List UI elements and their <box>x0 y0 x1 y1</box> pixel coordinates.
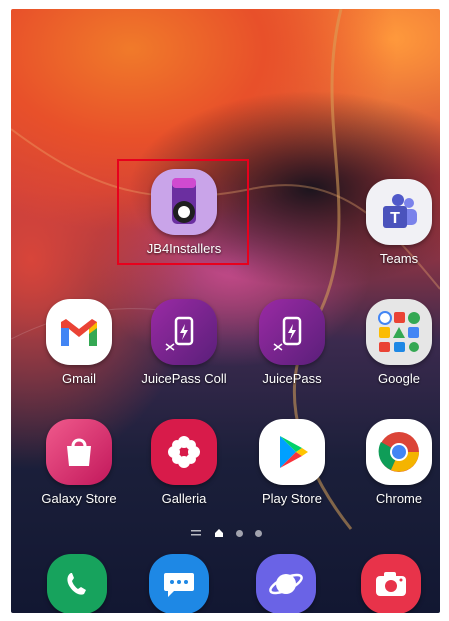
folder-label: Google <box>378 371 420 386</box>
app-galaxy-store[interactable]: Galaxy Store <box>34 419 124 506</box>
highlight-box <box>117 159 249 265</box>
dock <box>11 554 440 613</box>
dock-messages[interactable] <box>139 554 219 613</box>
dock-internet[interactable] <box>246 554 326 613</box>
teams-icon: T <box>366 179 432 245</box>
app-galleria[interactable]: Galleria <box>139 419 229 506</box>
app-label: Play Store <box>262 491 322 506</box>
dock-phone[interactable] <box>37 554 117 613</box>
phone-icon <box>47 554 107 613</box>
app-label: JuicePass <box>262 371 322 386</box>
gmail-icon <box>46 299 112 365</box>
page-dot <box>235 529 243 537</box>
app-juicepass-coll[interactable]: JuicePass Coll <box>139 299 229 386</box>
app-label: Galaxy Store <box>41 491 117 506</box>
messages-icon <box>149 554 209 613</box>
menu-lines-icon <box>190 530 201 536</box>
app-label: JuicePass Coll <box>141 371 227 386</box>
page-dot <box>254 529 262 537</box>
app-gmail[interactable]: Gmail <box>34 299 124 386</box>
app-label: Teams <box>379 251 419 266</box>
play-store-icon <box>259 419 325 485</box>
internet-icon <box>256 554 316 613</box>
app-juicepass[interactable]: JuicePass <box>247 299 337 386</box>
juicepass-icon <box>259 299 325 365</box>
camera-icon <box>361 554 421 613</box>
app-label: Galleria <box>161 491 207 506</box>
folder-google[interactable]: Google <box>354 299 440 386</box>
app-chrome[interactable]: Chrome <box>354 419 440 506</box>
google-folder-icon <box>366 299 432 365</box>
gallery-icon <box>151 419 217 485</box>
galaxy-store-icon <box>46 419 112 485</box>
juicepass-icon <box>151 299 217 365</box>
chrome-icon <box>366 419 432 485</box>
app-label: Chrome <box>375 491 423 506</box>
page-indicator[interactable] <box>11 526 440 540</box>
app-label: Gmail <box>62 371 96 386</box>
dock-camera[interactable] <box>351 554 431 613</box>
home-screen: JB4Installers T Teams Gmail JuicePass Co… <box>11 9 440 613</box>
app-play-store[interactable]: Play Store <box>247 419 337 506</box>
svg-text:T: T <box>390 210 400 227</box>
app-teams[interactable]: T Teams <box>354 179 440 266</box>
home-page-icon <box>214 529 223 537</box>
